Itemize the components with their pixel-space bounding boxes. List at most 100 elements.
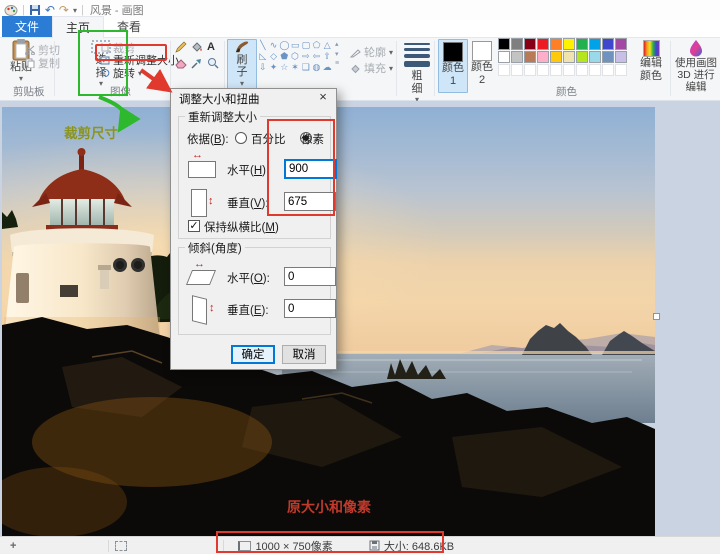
cursor-position-icon: +	[10, 540, 16, 552]
rotate-label: 旋转	[113, 65, 135, 81]
tab-home[interactable]: 主页	[52, 16, 104, 38]
palette-swatch[interactable]	[524, 51, 536, 63]
palette-swatch[interactable]	[589, 38, 601, 50]
shape-icon[interactable]: ☆	[279, 62, 289, 73]
cancel-button[interactable]: 取消	[282, 345, 326, 364]
magnifier-icon[interactable]	[207, 57, 219, 69]
skew-h-label: 水平(O):	[227, 270, 270, 286]
shape-icon[interactable]: ✶	[290, 62, 300, 73]
shape-icon[interactable]: △	[322, 40, 332, 51]
shape-icon[interactable]: ⇧	[322, 51, 332, 62]
palette-empty-slot[interactable]	[498, 64, 510, 76]
shape-icon[interactable]: ◯	[279, 40, 289, 51]
palette-empty-slot[interactable]	[511, 64, 523, 76]
palette-empty-slot[interactable]	[576, 64, 588, 76]
redo-icon[interactable]: ↷	[59, 4, 69, 16]
shape-icon[interactable]: ⬡	[290, 51, 300, 62]
shape-icon[interactable]: ◇	[269, 51, 279, 62]
palette-swatch[interactable]	[498, 38, 510, 50]
percent-radio[interactable]	[235, 132, 247, 144]
brushes-button[interactable]: 刷子 ▾	[227, 39, 257, 89]
skew-v-input[interactable]	[284, 299, 336, 318]
palette-empty-slot[interactable]	[602, 64, 614, 76]
shape-icon[interactable]: ⇩	[258, 62, 268, 73]
horizontal-input[interactable]	[284, 159, 337, 179]
vertical-label: 垂直(V):	[227, 195, 269, 211]
palette-row-2	[498, 51, 627, 63]
fill-bucket-icon[interactable]	[191, 41, 203, 53]
palette-swatch[interactable]	[563, 51, 575, 63]
palette-swatch[interactable]	[550, 51, 562, 63]
palette-swatch[interactable]	[615, 38, 627, 50]
eyedropper-icon[interactable]	[191, 57, 203, 69]
palette-swatch[interactable]	[537, 51, 549, 63]
skew-v-label: 垂直(E):	[227, 302, 269, 318]
palette-swatch[interactable]	[576, 51, 588, 63]
pencil-icon[interactable]	[175, 41, 187, 53]
save-icon[interactable]	[29, 4, 41, 16]
text-tool-icon[interactable]: A	[207, 41, 215, 53]
tab-view[interactable]: 查看	[104, 16, 154, 37]
palette-swatch[interactable]	[615, 51, 627, 63]
palette-empty-slot[interactable]	[537, 64, 549, 76]
vertical-input[interactable]	[284, 192, 336, 211]
palette-empty-slot[interactable]	[615, 64, 627, 76]
color2-button[interactable]: 颜色2	[468, 39, 496, 91]
shape-icon[interactable]: ☁	[322, 62, 332, 73]
palette-swatch[interactable]	[498, 51, 510, 63]
aspect-checkbox[interactable]: ✓	[188, 220, 200, 232]
ok-button[interactable]: 确定	[231, 345, 275, 364]
undo-icon[interactable]: ↶	[45, 4, 55, 16]
palette-empty-slot[interactable]	[524, 64, 536, 76]
shape-icon[interactable]: ∿	[269, 40, 279, 51]
scroll-more-icon[interactable]: ≡	[335, 60, 339, 67]
tools-group: A	[175, 41, 221, 69]
divider	[396, 41, 397, 96]
palette-swatch[interactable]	[550, 38, 562, 50]
fill-button[interactable]: 填充 ▾	[350, 60, 393, 76]
size-button[interactable]: 粗细 ▾	[402, 40, 432, 104]
palette-swatch[interactable]	[563, 38, 575, 50]
edit-colors-button[interactable]: 编辑颜色	[636, 40, 666, 82]
paint3d-button[interactable]: 使用画图 3D 进行编辑	[674, 39, 718, 93]
shape-icon[interactable]: ⇨	[301, 51, 311, 62]
canvas-resize-handle[interactable]	[653, 313, 660, 320]
shape-icon[interactable]: ✦	[269, 62, 279, 73]
palette-swatch[interactable]	[537, 38, 549, 50]
color1-button[interactable]: 颜色1	[438, 39, 468, 93]
palette-empty-slot[interactable]	[550, 64, 562, 76]
outline-button[interactable]: 轮廓 ▾	[350, 44, 393, 60]
canvas-background	[0, 101, 720, 536]
shape-icon[interactable]: ╲	[258, 40, 268, 51]
shapes-scroll[interactable]: ▴ ▾ ≡	[335, 40, 339, 67]
eraser-icon[interactable]	[175, 57, 187, 69]
rotate-button[interactable]: 旋转 ▾	[100, 65, 142, 81]
h-resize-arrow-icon: ↔	[192, 150, 203, 161]
qat-dropdown-icon[interactable]: ▾	[73, 6, 77, 15]
palette-swatch[interactable]	[511, 51, 523, 63]
shape-icon[interactable]: ⬠	[312, 40, 322, 51]
palette-swatch[interactable]	[524, 38, 536, 50]
palette-empty-slot[interactable]	[563, 64, 575, 76]
scroll-down-icon[interactable]: ▾	[335, 50, 339, 58]
separator: |	[81, 4, 84, 16]
percent-label: 百分比	[251, 131, 286, 147]
palette-swatch[interactable]	[576, 38, 588, 50]
shape-icon[interactable]: ◺	[258, 51, 268, 62]
shape-icon[interactable]: ▢	[301, 40, 311, 51]
rotate-icon	[100, 68, 110, 78]
shape-icon[interactable]: ▭	[290, 40, 300, 51]
skew-h-input[interactable]	[284, 267, 336, 286]
palette-swatch[interactable]	[589, 51, 601, 63]
shape-icon[interactable]: ◍	[312, 62, 322, 73]
shape-icon[interactable]: ⇦	[312, 51, 322, 62]
scroll-up-icon[interactable]: ▴	[335, 40, 339, 48]
palette-swatch[interactable]	[602, 51, 614, 63]
palette-swatch[interactable]	[511, 38, 523, 50]
shape-icon[interactable]: ❑	[301, 62, 311, 73]
palette-empty-slot[interactable]	[589, 64, 601, 76]
shape-icon[interactable]: ⬟	[279, 51, 289, 62]
palette-swatch[interactable]	[602, 38, 614, 50]
tab-file[interactable]: 文件	[2, 16, 52, 37]
close-icon[interactable]: ×	[312, 89, 334, 107]
